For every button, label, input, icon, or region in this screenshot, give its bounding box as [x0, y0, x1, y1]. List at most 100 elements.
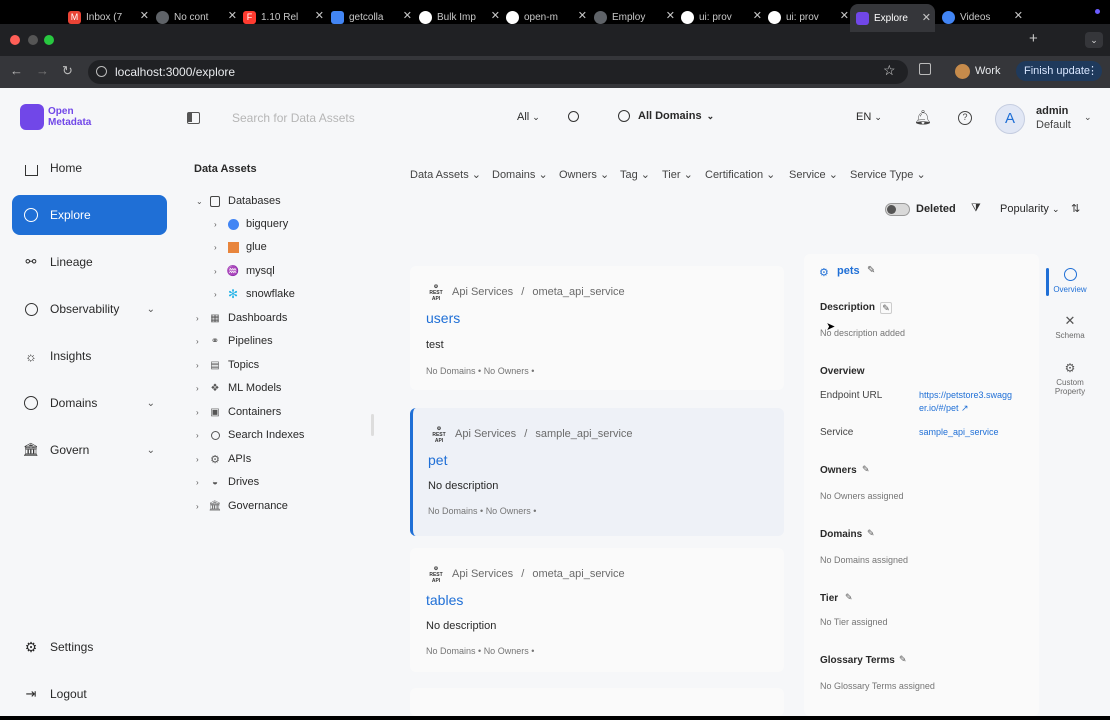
logo-text[interactable]: Open Metadata: [48, 106, 91, 128]
tree-item-topics[interactable]: › ▤ Topics: [196, 355, 259, 375]
sort-order-icon[interactable]: ⇅: [1071, 202, 1080, 215]
browser-tab[interactable]: getcolla ✕: [331, 6, 416, 28]
finish-update-button[interactable]: Finish update ⋮: [1016, 61, 1102, 81]
openmetadata-logo-icon[interactable]: [20, 104, 44, 130]
edit-icon[interactable]: ✎: [845, 592, 853, 603]
result-card[interactable]: [410, 688, 784, 716]
tree-scrollbar[interactable]: [371, 414, 374, 436]
close-icon[interactable]: ✕: [140, 9, 149, 22]
edit-icon[interactable]: ✎: [899, 654, 907, 665]
edit-icon[interactable]: ✎: [867, 528, 875, 539]
close-icon[interactable]: ✕: [1014, 9, 1023, 22]
filter-tag[interactable]: Tag ⌄: [620, 166, 650, 184]
tree-item-glue[interactable]: › glue: [214, 237, 267, 257]
edit-icon[interactable]: ✎: [867, 265, 875, 276]
window-close-button[interactable]: [10, 35, 20, 45]
back-icon[interactable]: ←: [10, 63, 23, 78]
edit-icon[interactable]: ✎: [880, 302, 892, 314]
sidebar-item-home[interactable]: Home: [12, 148, 167, 188]
browser-tab[interactable]: open-m ✕: [506, 6, 591, 28]
close-icon[interactable]: ✕: [666, 9, 675, 22]
language-selector[interactable]: EN ⌄: [856, 111, 882, 123]
close-icon[interactable]: ✕: [753, 9, 762, 22]
reload-icon[interactable]: ↻: [62, 63, 73, 79]
tree-item-governance[interactable]: › 🏛︎ Governance: [196, 496, 288, 516]
browser-tab[interactable]: Bulk Imp ✕: [419, 6, 504, 28]
browser-tab[interactable]: F 1.10 Rel ✕: [243, 6, 328, 28]
sidebar-item-insights[interactable]: ☼ Insights: [12, 336, 167, 376]
tree-item-snowflake[interactable]: › ✻ snowflake: [214, 284, 295, 304]
tree-item-databases[interactable]: ⌄ Databases: [196, 191, 281, 211]
browser-tab[interactable]: Employ ✕: [594, 6, 679, 28]
edit-icon[interactable]: ✎: [862, 464, 870, 475]
site-info-icon[interactable]: [96, 66, 107, 77]
filter-service-type[interactable]: Service Type ⌄: [850, 166, 926, 184]
endpoint-url-link[interactable]: https://petstore3.swagg er.io/#/pet ↗: [919, 389, 1012, 415]
result-title[interactable]: tables: [426, 592, 463, 608]
browser-tab[interactable]: Videos ✕: [942, 6, 1027, 28]
sidebar-toggle-icon[interactable]: [187, 112, 200, 124]
entity-title[interactable]: pets: [837, 265, 860, 277]
tree-item-ml-models[interactable]: › ❖ ML Models: [196, 378, 281, 398]
url-field[interactable]: localhost:3000/explore: [88, 60, 908, 84]
forward-icon[interactable]: →: [36, 63, 49, 78]
browser-tab[interactable]: ui: prov ✕: [681, 6, 766, 28]
tree-item-pipelines[interactable]: › ⚭ Pipelines: [196, 331, 273, 351]
filter-data-assets[interactable]: Data Assets ⌄: [410, 166, 481, 184]
close-icon[interactable]: ✕: [315, 9, 324, 22]
deleted-toggle[interactable]: [885, 203, 910, 216]
sidebar-item-explore[interactable]: Explore: [12, 195, 167, 235]
close-icon[interactable]: ✕: [403, 9, 412, 22]
new-tab-icon[interactable]: +: [1029, 30, 1038, 47]
close-icon[interactable]: ✕: [578, 9, 587, 22]
tree-item-containers[interactable]: › ▣ Containers: [196, 402, 281, 422]
avatar[interactable]: A: [995, 104, 1025, 134]
filter-service[interactable]: Service ⌄: [789, 166, 838, 184]
bookmark-star-icon[interactable]: ☆: [883, 62, 896, 79]
sidebar-item-govern[interactable]: 🏛︎ Govern ⌄: [12, 430, 167, 470]
tree-item-bigquery[interactable]: › bigquery: [214, 214, 288, 234]
filter-domains[interactable]: Domains ⌄: [492, 166, 548, 184]
tree-item-dashboards[interactable]: › ▦ Dashboards: [196, 308, 287, 328]
profile-chip[interactable]: Work: [955, 61, 1011, 81]
service-link[interactable]: sample_api_service: [919, 427, 999, 437]
close-icon[interactable]: ✕: [922, 11, 931, 24]
result-title[interactable]: users: [426, 310, 460, 326]
domains-selector[interactable]: All Domains ⌄: [618, 110, 714, 122]
window-maximize-button[interactable]: [44, 35, 54, 45]
tab-schema[interactable]: ✕ Schema: [1045, 314, 1095, 341]
browser-tab[interactable]: M Inbox (7 ✕: [68, 6, 153, 28]
window-minimize-button[interactable]: [28, 35, 38, 45]
result-title[interactable]: pet: [428, 452, 447, 468]
browser-tab[interactable]: ui: prov ✕: [768, 6, 853, 28]
tree-item-apis[interactable]: › ⚙ APIs: [196, 449, 251, 469]
chevron-down-icon[interactable]: ⌄: [1084, 112, 1092, 123]
result-breadcrumb[interactable]: Api Services / ometa_api_service: [452, 286, 625, 298]
filter-certification[interactable]: Certification ⌄: [705, 166, 775, 184]
user-menu[interactable]: admin Default: [1036, 104, 1071, 132]
sidebar-item-logout[interactable]: ⇥ Logout: [12, 674, 167, 714]
filter-owners[interactable]: Owners ⌄: [559, 166, 609, 184]
tree-item-drives[interactable]: › ◒ Drives: [196, 472, 259, 492]
sidebar-item-observability[interactable]: Observability ⌄: [12, 289, 167, 329]
sidebar-item-lineage[interactable]: ⚯ Lineage: [12, 242, 167, 282]
help-icon[interactable]: ?: [958, 111, 972, 125]
search-icon[interactable]: [568, 111, 579, 122]
tree-item-search-indexes[interactable]: › Search Indexes: [196, 425, 304, 445]
filter-funnel-icon[interactable]: ⧩: [971, 202, 981, 215]
sidebar-item-settings[interactable]: ⚙ Settings: [12, 627, 167, 667]
sort-selector[interactable]: Popularity ⌄: [1000, 203, 1060, 215]
notification-bell-icon[interactable]: 🔔︎: [914, 109, 932, 126]
search-scope-select[interactable]: All ⌄: [517, 111, 540, 123]
result-breadcrumb[interactable]: Api Services / ometa_api_service: [452, 568, 625, 580]
sidebar-item-domains[interactable]: Domains ⌄: [12, 383, 167, 423]
close-icon[interactable]: ✕: [491, 9, 500, 22]
close-icon[interactable]: ✕: [228, 9, 237, 22]
filter-tier[interactable]: Tier ⌄: [662, 166, 693, 184]
tree-item-mysql[interactable]: › ♒ mysql: [214, 261, 275, 281]
browser-tab-active[interactable]: Explore ✕: [850, 4, 935, 32]
extensions-icon[interactable]: [919, 63, 931, 75]
browser-tab[interactable]: No cont ✕: [156, 6, 241, 28]
tab-overview[interactable]: Overview: [1045, 268, 1095, 294]
close-icon[interactable]: ✕: [840, 9, 849, 22]
